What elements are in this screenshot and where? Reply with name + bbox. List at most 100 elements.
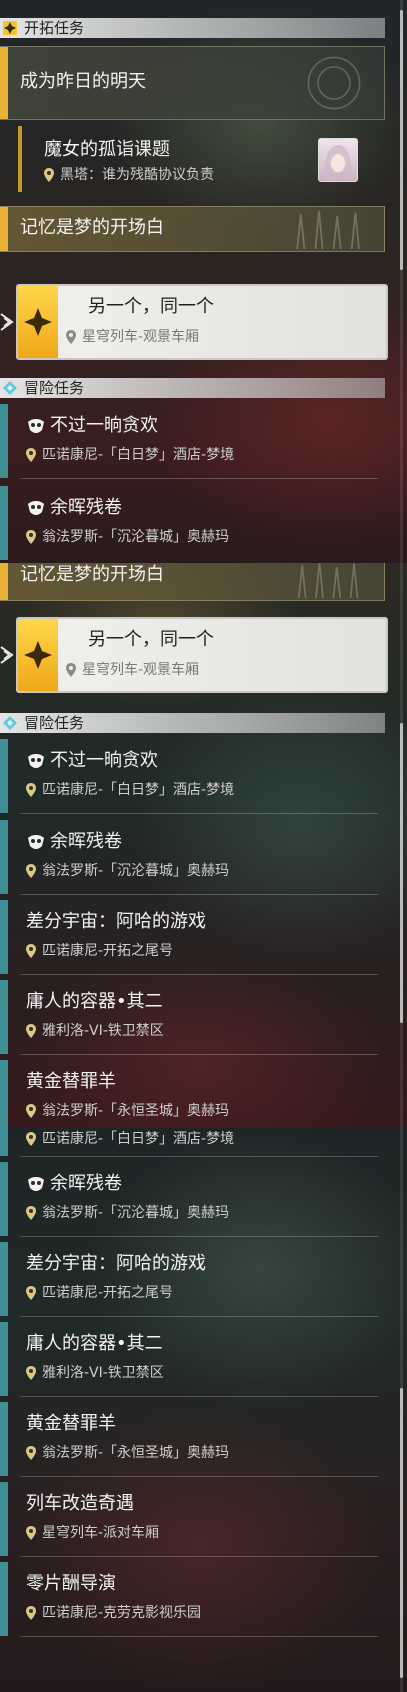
adventure-mask-icon <box>28 419 44 433</box>
quest-row-adventure[interactable]: 黄金替罪羊 翁法罗斯-「永恒圣城」奥赫玛 <box>0 1402 384 1476</box>
row-accent <box>0 980 8 1054</box>
location-pin-icon <box>26 1446 36 1460</box>
adventure-mask-icon <box>28 1177 44 1191</box>
scrollbar-thumb[interactable] <box>400 723 403 1023</box>
quest-title: 成为昨日的明天 <box>20 71 146 92</box>
quest-location: 匹诺康尼-克劳克影视乐园 <box>42 1605 202 1621</box>
spires-decoration <box>297 563 359 598</box>
quest-title: 庸人的容器•其二 <box>26 991 163 1012</box>
quest-title: 列车改造奇遇 <box>26 1493 134 1514</box>
quest-title: 庸人的容器•其二 <box>26 1333 163 1354</box>
quest-row-memory[interactable]: 记忆是梦的开场白 <box>0 563 385 601</box>
selected-quest-card[interactable]: 另一个，同一个 星穹列车-观景车厢 <box>16 617 388 693</box>
quest-row-adventure[interactable]: 零片酬导演 匹诺康尼-克劳克影视乐园 <box>0 1562 384 1636</box>
row-divider <box>20 813 378 814</box>
row-divider <box>20 1556 378 1557</box>
scrollbar-track[interactable] <box>400 0 403 563</box>
row-accent <box>0 900 8 974</box>
quest-title: 差分宇宙：阿哈的游戏 <box>26 911 206 932</box>
scrollbar-track[interactable] <box>400 1128 403 1692</box>
row-accent <box>0 1562 8 1636</box>
section-title: 冒险任务 <box>24 379 85 397</box>
row-divider <box>20 478 378 479</box>
location-pin-icon <box>26 1606 36 1620</box>
location-pin-icon <box>66 663 76 677</box>
quest-location: 星穹列车-观景车厢 <box>82 329 200 345</box>
row-divider <box>20 1156 378 1157</box>
quest-row-adventure[interactable]: 庸人的容器•其二 雅利洛-VI-铁卫禁区 <box>0 980 384 1054</box>
section-header-adventure: 冒险任务 <box>0 713 385 733</box>
row-accent <box>18 126 22 192</box>
row-accent <box>0 739 8 813</box>
scrollbar-track[interactable] <box>400 563 403 1128</box>
quest-location: 匹诺康尼-「白日梦」酒店-梦境 <box>42 782 235 798</box>
quest-row-adventure[interactable]: 余晖残卷 翁法罗斯-「沉沦暮城」奥赫玛 <box>0 486 384 560</box>
quest-row-adventure[interactable]: 庸人的容器•其二 雅利洛-VI-铁卫禁区 <box>0 1322 384 1396</box>
quest-row-adventure[interactable]: 不过一晌贪欢 匹诺康尼-「白日梦」酒店-梦境 <box>0 739 384 813</box>
selected-accent <box>18 619 58 691</box>
selected-quest-card[interactable]: 另一个，同一个 星穹列车-观景车厢 <box>16 284 388 360</box>
row-accent <box>0 486 8 560</box>
quest-row-adventure[interactable]: 差分宇宙：阿哈的游戏 匹诺康尼-开拓之尾号 <box>0 1242 384 1316</box>
quest-location: 星穹列车-观景车厢 <box>82 662 200 678</box>
adventure-mask-icon <box>28 501 44 515</box>
row-accent <box>0 1322 8 1396</box>
selected-arrow-icon <box>0 646 14 664</box>
location-pin-icon <box>26 1132 36 1146</box>
row-accent <box>0 1242 8 1316</box>
row-accent <box>0 1162 8 1236</box>
quest-location: 翁法罗斯-「沉沦暮城」奥赫玛 <box>42 1205 230 1221</box>
quest-title: 黄金替罪羊 <box>26 1413 116 1434</box>
row-accent <box>0 563 8 600</box>
quest-location: 匹诺康尼-「白日梦」酒店-梦境 <box>42 1131 235 1147</box>
quest-row-adventure[interactable]: 差分宇宙：阿哈的游戏 匹诺康尼-开拓之尾号 <box>0 900 384 974</box>
scrollbar-thumb[interactable] <box>400 10 403 270</box>
location-pin-icon <box>26 864 36 878</box>
emblem-decoration <box>307 56 361 110</box>
row-divider <box>20 1636 378 1637</box>
location-pin-icon <box>26 448 36 462</box>
selected-accent <box>18 286 58 358</box>
quest-location: 翁法罗斯-「永恒圣城」奥赫玛 <box>42 1445 230 1461</box>
selected-arrow-icon <box>0 313 14 331</box>
quest-title: 记忆是梦的开场白 <box>20 217 164 238</box>
quest-row-adventure[interactable]: 不过一晌贪欢 匹诺康尼-「白日梦」酒店-梦境 <box>0 404 384 478</box>
quest-row-adventure[interactable]: 余晖残卷 翁法罗斯-「沉沦暮城」奥赫玛 <box>0 820 384 894</box>
quest-row-adventure[interactable]: 黄金替罪羊 翁法罗斯-「永恒圣城」奥赫玛 <box>0 1060 384 1128</box>
row-accent <box>0 207 8 251</box>
quest-location: 翁法罗斯-「永恒圣城」奥赫玛 <box>42 1103 230 1119</box>
location-pin-icon <box>26 783 36 797</box>
quest-row-witch[interactable]: 魔女的孤诣课题 黑塔：谁为残酷协议负责 <box>18 126 384 192</box>
scroll-segment-3: 匹诺康尼-「白日梦」酒店-梦境 余晖残卷 翁法罗斯-「沉沦暮城」奥赫玛 差分宇宙… <box>0 1128 407 1692</box>
row-divider <box>20 1054 378 1055</box>
scroll-segment-1: 开拓任务 成为昨日的明天 魔女的孤诣课题 黑塔：谁为残酷协议负责 记忆是梦的开场… <box>0 0 407 563</box>
scroll-segment-2: 记忆是梦的开场白 另一个，同一个 星穹列车-观景车厢 冒险任务 不过一晌贪欢 匹… <box>0 563 407 1128</box>
quest-row-adventure[interactable]: 余晖残卷 翁法罗斯-「沉沦暮城」奥赫玛 <box>0 1162 384 1236</box>
quest-location: 翁法罗斯-「沉沦暮城」奥赫玛 <box>42 863 230 879</box>
quest-title: 余晖残卷 <box>50 497 122 518</box>
character-avatar <box>318 138 358 182</box>
quest-location: 雅利洛-VI-铁卫禁区 <box>42 1023 164 1039</box>
adventure-mask-icon <box>28 835 44 849</box>
quest-location: 匹诺康尼-「白日梦」酒店-梦境 <box>42 447 235 463</box>
row-divider <box>20 894 378 895</box>
location-pin-icon <box>26 530 36 544</box>
quest-location: 匹诺康尼-开拓之尾号 <box>42 1285 174 1301</box>
quest-location: 黑塔：谁为残酷协议负责 <box>60 167 214 183</box>
quest-row-adventure[interactable]: 列车改造奇遇 星穹列车-派对车厢 <box>0 1482 384 1556</box>
quest-title: 另一个，同一个 <box>88 296 214 317</box>
scrollbar-thumb[interactable] <box>400 1388 403 1678</box>
location-pin-icon <box>26 1024 36 1038</box>
spires-decoration <box>296 210 360 249</box>
row-accent <box>0 404 8 478</box>
row-accent <box>0 1402 8 1476</box>
section-header-adventure: 冒险任务 <box>0 378 385 398</box>
quest-row-memory[interactable]: 记忆是梦的开场白 <box>0 206 385 252</box>
row-divider <box>20 1476 378 1477</box>
quest-location: 雅利洛-VI-铁卫禁区 <box>42 1365 164 1381</box>
quest-row-yesterday[interactable]: 成为昨日的明天 <box>0 46 385 120</box>
row-divider <box>20 1316 378 1317</box>
row-accent <box>0 1482 8 1556</box>
quest-row-adventure[interactable]: 匹诺康尼-「白日梦」酒店-梦境 <box>0 1128 384 1156</box>
row-divider <box>20 1236 378 1237</box>
